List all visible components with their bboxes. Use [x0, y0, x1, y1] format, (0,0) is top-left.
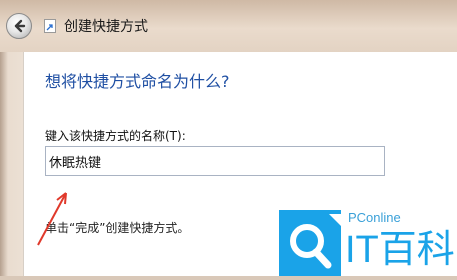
- window-title: 创建快捷方式: [64, 19, 148, 35]
- shortcut-icon: [44, 19, 56, 33]
- pconline-watermark: PConline IT百科: [279, 206, 457, 276]
- logo-brand-large: IT百科: [345, 229, 455, 271]
- annotation-arrow-icon: [37, 192, 67, 246]
- logo-brand-small: PConline: [348, 210, 401, 225]
- logo-magnifier-icon: [279, 210, 341, 276]
- back-arrow-icon: [14, 19, 26, 33]
- shortcut-name-label: 键入该快捷方式的名称(T):: [45, 129, 186, 143]
- back-button[interactable]: [6, 13, 32, 39]
- page-heading: 想将快捷方式命名为什么?: [45, 72, 230, 91]
- shortcut-name-input[interactable]: [45, 146, 385, 176]
